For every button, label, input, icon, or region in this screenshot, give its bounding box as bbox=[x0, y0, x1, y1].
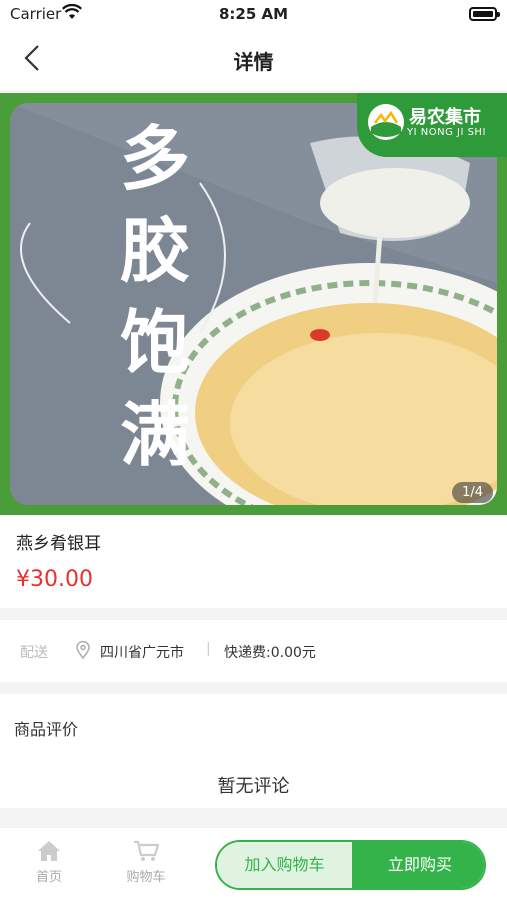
home-tab[interactable]: 首页 bbox=[19, 840, 79, 885]
product-image-gallery[interactable]: 多 胶 饱 满 易农集市 YI NONG JI SHI 1/4 bbox=[0, 93, 507, 515]
purchase-buttons: 加入购物车 立即购买 bbox=[215, 840, 486, 890]
bottom-action-bar: 首页 购物车 加入购物车 立即购买 bbox=[0, 828, 507, 900]
slogan-char: 饱 bbox=[120, 301, 190, 384]
status-bar: Carrier 8:25 AM bbox=[0, 0, 507, 28]
cart-tab[interactable]: 购物车 bbox=[116, 840, 176, 885]
brand-logo: 易农集市 YI NONG JI SHI bbox=[357, 93, 507, 157]
slogan-char: 胶 bbox=[120, 209, 190, 292]
status-time: 8:25 AM bbox=[218, 5, 289, 23]
product-price: ¥30.00 bbox=[16, 567, 93, 592]
brand-pinyin: YI NONG JI SHI bbox=[407, 127, 486, 138]
reviews-section: 商品评价 bbox=[0, 694, 507, 756]
home-label: 首页 bbox=[35, 870, 62, 885]
shipping-label: 配送 bbox=[20, 645, 48, 661]
cart-icon bbox=[134, 840, 159, 861]
product-info: 燕乡肴银耳 ¥30.00 bbox=[0, 515, 507, 608]
image-counter: 1/4 bbox=[452, 482, 493, 503]
no-reviews-text: 暂无评论 bbox=[0, 756, 507, 808]
location-pin-icon bbox=[76, 640, 90, 663]
brand-name: 易农集市 bbox=[409, 107, 481, 128]
slogan-text: 多 胶 饱 满 bbox=[105, 113, 205, 481]
brand-logo-icon bbox=[368, 104, 404, 140]
nav-bar: 详情 bbox=[0, 28, 507, 90]
page-title: 详情 bbox=[233, 50, 274, 74]
shipping-fee: 快递费:0.00元 bbox=[224, 645, 316, 661]
slogan-char: 满 bbox=[120, 393, 190, 476]
product-photo: 多 胶 饱 满 bbox=[10, 103, 497, 505]
battery-icon bbox=[469, 7, 500, 21]
divider: | bbox=[206, 641, 211, 657]
product-name: 燕乡肴银耳 bbox=[16, 534, 101, 554]
cart-label: 购物车 bbox=[126, 870, 166, 885]
home-icon bbox=[38, 841, 60, 861]
shipping-location: 四川省广元市 bbox=[100, 645, 184, 661]
shipping-info: 配送 四川省广元市 | 快递费:0.00元 bbox=[0, 620, 507, 682]
slogan-char: 多 bbox=[120, 117, 190, 200]
reviews-title: 商品评价 bbox=[14, 720, 79, 739]
buy-now-button[interactable]: 立即购买 bbox=[352, 842, 484, 888]
add-to-cart-button[interactable]: 加入购物车 bbox=[217, 842, 352, 888]
